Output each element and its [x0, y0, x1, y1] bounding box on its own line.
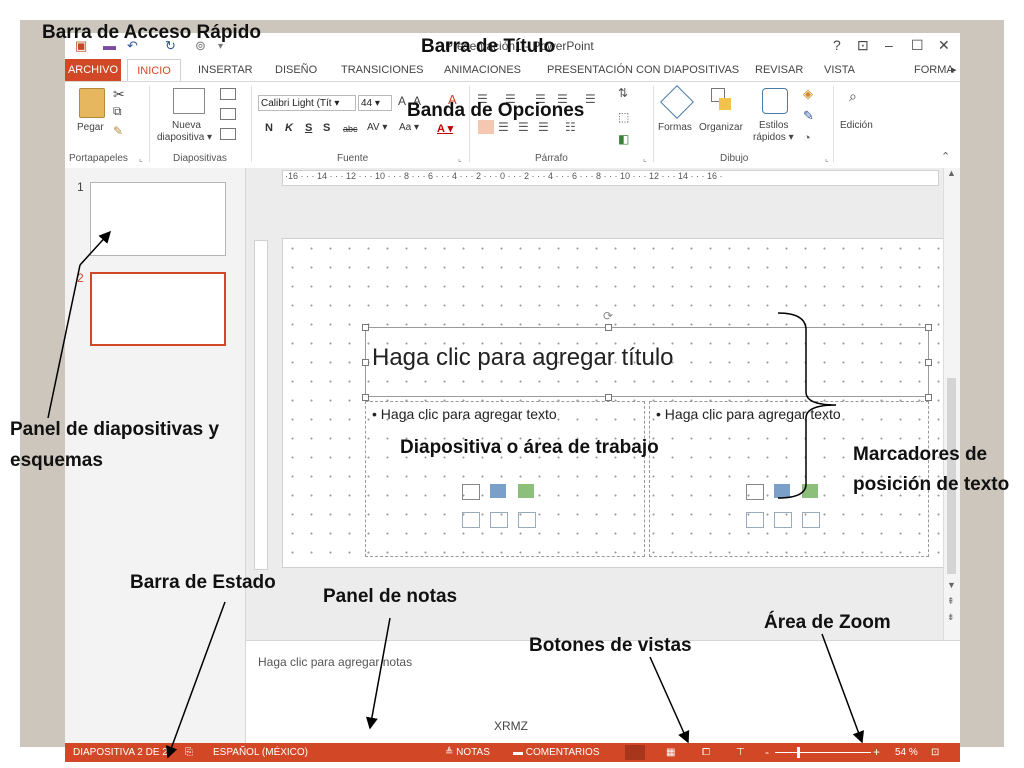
label-zoom-area: Área de Zoom [764, 612, 891, 633]
label-status-bar: Barra de Estado [130, 572, 276, 593]
label-placeholders-2: posición de texto [853, 474, 1010, 495]
arrow-slide-panel-head [79, 230, 112, 266]
label-placeholders-1: Marcadores de [853, 444, 988, 465]
label-title-bar: Barra de Título [421, 36, 556, 57]
arrow-notes-panel [365, 617, 391, 730]
arrow-zoom-area [821, 633, 864, 744]
label-notes-panel: Panel de notas [323, 586, 458, 607]
label-slide-panel-1: Panel de diapositivas y [10, 419, 220, 440]
arrow-slide-panel [47, 264, 81, 419]
label-slide-panel-2: esquemas [10, 450, 103, 471]
arrow-status-bar [165, 601, 226, 759]
label-quick-access-bar: Barra de Acceso Rápido [42, 22, 261, 43]
placeholder-brace [777, 312, 837, 499]
label-view-buttons: Botones de vistas [529, 635, 692, 656]
label-ribbon: Banda de Opciones [407, 100, 585, 121]
arrow-view-buttons [649, 656, 690, 744]
label-work-area: Diapositiva o área de trabajo [400, 437, 659, 458]
